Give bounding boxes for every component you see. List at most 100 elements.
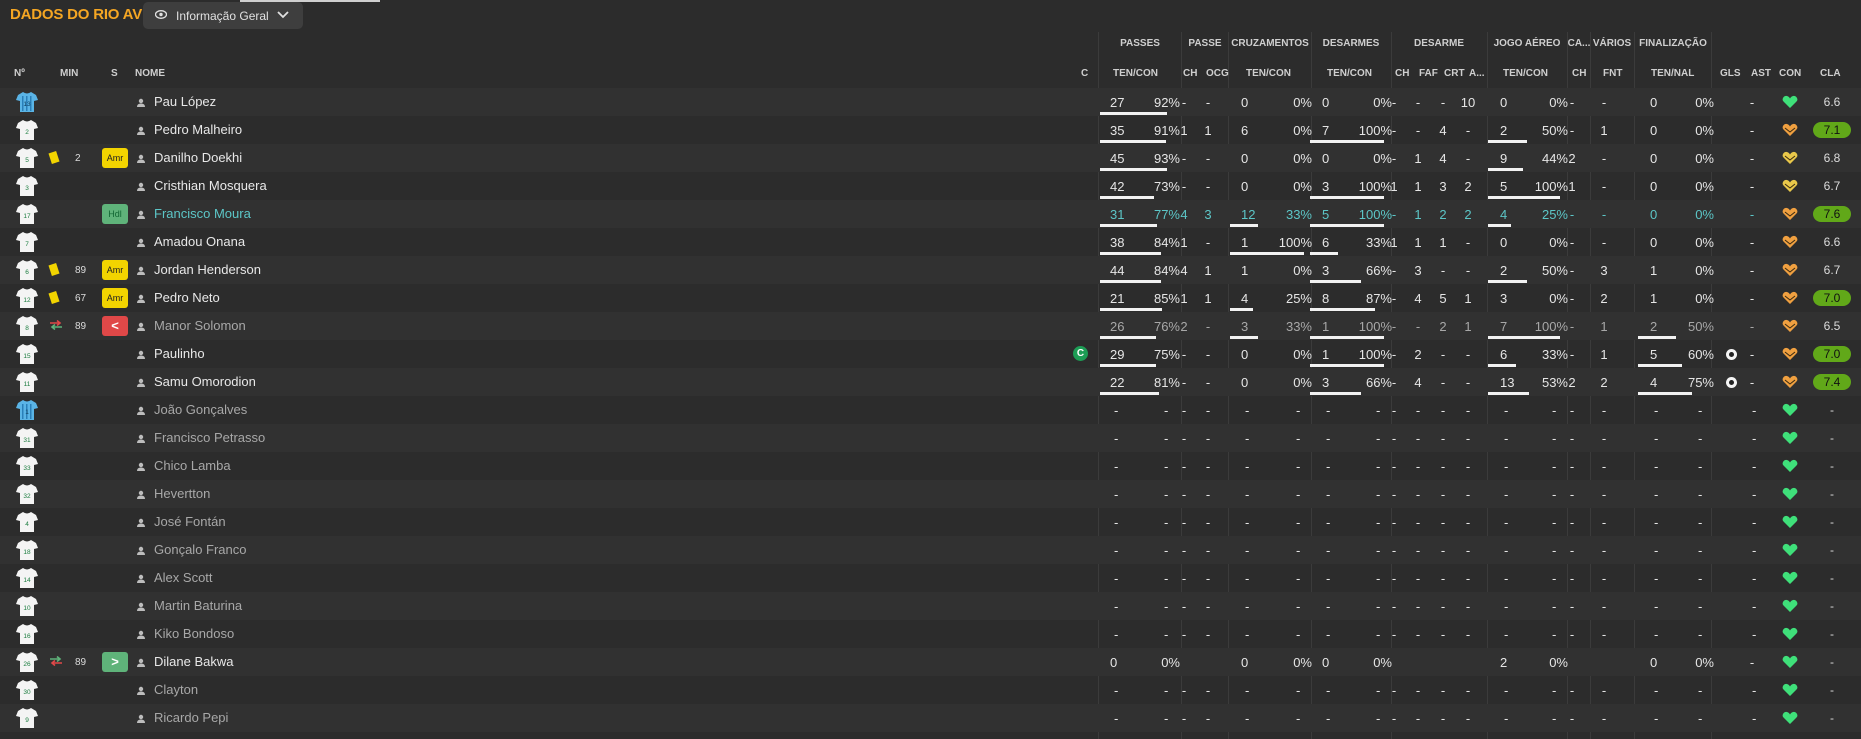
player-profile-icon[interactable]	[137, 686, 145, 695]
player-profile-icon[interactable]	[137, 462, 145, 471]
table-row[interactable]: 11 Samu Omorodion 22 81% 0 0% 3 66% 13 53% 4 75% - - -…	[0, 368, 1861, 396]
col-header-des-a[interactable]: A...	[1469, 68, 1485, 79]
col-header-cruz[interactable]: TEN/CON	[1246, 68, 1291, 79]
player-profile-icon[interactable]	[137, 574, 145, 583]
table-row[interactable]: 31 Francisco Petrasso - - - - - - - - - - - - - - - - - - - -	[0, 424, 1861, 452]
player-profile-icon[interactable]	[137, 546, 145, 555]
table-row[interactable]: 30 Clayton - - - - - - - - - - - - - - - - - - - -	[0, 676, 1861, 704]
col-header-aereo[interactable]: TEN/CON	[1503, 68, 1548, 79]
player-rating: -	[1830, 543, 1834, 557]
table-row[interactable]: 10 Martin Baturina - - - - - - - - - - - - - - - - - - - -	[0, 592, 1861, 620]
player-name[interactable]: José Fontán	[154, 514, 226, 529]
player-profile-icon[interactable]	[137, 322, 145, 331]
col-header-min[interactable]: MIN	[60, 68, 78, 79]
view-dropdown[interactable]: Informação Geral	[143, 2, 303, 29]
col-header-des-faf[interactable]: FAF	[1419, 68, 1438, 79]
player-profile-icon[interactable]	[137, 294, 145, 303]
table-row[interactable]: 5 2 Amr Danilho Doekhi 45 93% 0 0% 0 0% 9 44% 0 0% - - -…	[0, 144, 1861, 172]
player-name[interactable]: Clayton	[154, 682, 198, 697]
player-name[interactable]: Manor Solomon	[154, 318, 246, 333]
table-row[interactable]: 3 Cristhian Mosquera 42 73% 0 0% 3 100% 5 100% 0 0%…	[0, 172, 1861, 200]
col-header-nome[interactable]: NOME	[135, 68, 165, 79]
table-row[interactable]: 6 89 Amr Jordan Henderson 44 84% 1 0% 3 66% 2 50% 1 0…	[0, 256, 1861, 284]
table-row[interactable]: 4 José Fontán - - - - - - - - - - - - - - - - - - - -	[0, 508, 1861, 536]
col-header-c[interactable]: C	[1081, 68, 1088, 79]
col-header-passes[interactable]: TEN/CON	[1113, 68, 1158, 79]
player-name[interactable]: Jordan Henderson	[154, 262, 261, 277]
col-header-desarmes[interactable]: TEN/CON	[1327, 68, 1372, 79]
player-profile-icon[interactable]	[137, 658, 145, 667]
player-name[interactable]: Martin Baturina	[154, 598, 242, 613]
player-name[interactable]: Chico Lamba	[154, 458, 231, 473]
player-name[interactable]: Ricardo Pepi	[154, 710, 228, 725]
table-row[interactable]: 18 Gonçalo Franco - - - - - - - - - - - - - - - - - - - -	[0, 536, 1861, 564]
player-profile-icon[interactable]	[137, 518, 145, 527]
player-profile-icon[interactable]	[137, 602, 145, 611]
stat-fouls: 3	[1414, 263, 1422, 278]
player-profile-icon[interactable]	[137, 490, 145, 499]
player-profile-icon[interactable]	[137, 630, 145, 639]
col-header-final[interactable]: TEN/NAL	[1651, 68, 1694, 79]
player-profile-icon[interactable]	[137, 714, 145, 723]
player-name[interactable]: Kiko Bondoso	[154, 626, 234, 641]
player-name[interactable]: Amadou Onana	[154, 234, 245, 249]
table-row[interactable]: 7 Amadou Onana 38 84% 1 100% 6 33% 0 0% 0 0% 1-1 1 1- -…	[0, 228, 1861, 256]
player-profile-icon[interactable]	[137, 210, 145, 219]
table-row[interactable]: 33 Chico Lamba - - - - - - - - - - - - - - - - - - - -	[0, 452, 1861, 480]
dash: -	[1601, 459, 1607, 474]
chevron-down-icon	[277, 11, 289, 19]
player-name[interactable]: Cristhian Mosquera	[154, 178, 267, 193]
player-name[interactable]: Francisco Moura	[154, 206, 251, 221]
player-profile-icon[interactable]	[137, 266, 145, 275]
player-name[interactable]: Hevertton	[154, 486, 210, 501]
table-row[interactable]: 2 Pedro Malheiro 35 91% 6 0% 7 100% 2 50% 0 0% 1 1- -4…	[0, 116, 1861, 144]
table-row[interactable]: 9 Ricardo Pepi - - - - - - - - - - - - - - - - - - - -	[0, 704, 1861, 732]
player-name[interactable]: Paulinho	[154, 346, 205, 361]
dash: -	[1654, 599, 1659, 614]
player-profile-icon[interactable]	[137, 378, 145, 387]
player-profile-icon[interactable]	[137, 98, 145, 107]
player-name[interactable]: Gonçalo Franco	[154, 542, 247, 557]
player-profile-icon[interactable]	[137, 126, 145, 135]
table-row[interactable]: 8 89 < Manor Solomon 26 76% 3 33% 1 100% 7 100% 2 50%…	[0, 312, 1861, 340]
col-header-fnt[interactable]: FNT	[1603, 68, 1622, 79]
col-header-passe-ocg[interactable]: OCG	[1206, 68, 1229, 79]
player-name[interactable]: Pedro Malheiro	[154, 122, 242, 137]
table-row[interactable]: 14 Alex Scott - - - - - - - - - - - - - - - - - - - -	[0, 564, 1861, 592]
col-header-con[interactable]: CON	[1779, 68, 1801, 79]
player-name[interactable]: Danilho Doekhi	[154, 150, 242, 165]
col-header-des-crt[interactable]: CRT	[1444, 68, 1465, 79]
col-header-ast[interactable]: AST	[1751, 68, 1771, 79]
col-header-des-ch[interactable]: CH	[1395, 68, 1409, 79]
dash: -	[1440, 571, 1446, 586]
stat-tackles-attempts: 3	[1322, 179, 1330, 194]
player-name[interactable]: Alex Scott	[154, 570, 213, 585]
col-header-ca-ch[interactable]: CH	[1572, 68, 1586, 79]
col-header-gls[interactable]: GLS	[1720, 68, 1741, 79]
col-header-s[interactable]: S	[111, 68, 118, 79]
table-row[interactable]: 15 Paulinho C 29 75% 0 0% 1 100% 6 33% 5 60% - - -2- - -1…	[0, 340, 1861, 368]
table-row[interactable]: 32 Hevertton - - - - - - - - - - - - - - - - - - - -	[0, 480, 1861, 508]
col-header-cla[interactable]: CLA	[1820, 68, 1841, 79]
player-name[interactable]: Pau López	[154, 94, 216, 109]
table-row[interactable]: 16 Kiko Bondoso - - - - - - - - - - - - - - - - - - - -	[0, 620, 1861, 648]
player-profile-icon[interactable]	[137, 406, 145, 415]
dash: -	[1296, 711, 1301, 726]
col-header-passe-ch[interactable]: CH	[1183, 68, 1197, 79]
table-row[interactable]: 26 89 > Dilane Bakwa 0 0% 0 0% 0 0% 2 0% 0 0% - -	[0, 648, 1861, 676]
player-name[interactable]: Pedro Neto	[154, 290, 220, 305]
table-row[interactable]: 1 João Gonçalves - - - - - - - - - - - - - - - - - - - -	[0, 396, 1861, 424]
player-name[interactable]: Samu Omorodion	[154, 374, 256, 389]
player-profile-icon[interactable]	[137, 350, 145, 359]
table-row[interactable]: 17 Hdl Francisco Moura 31 77% 12 33% 5 100% 4 25% 0…	[0, 200, 1861, 228]
player-profile-icon[interactable]	[137, 434, 145, 443]
table-row[interactable]: 13 Pau López 27 92% 0 0% 0 0% 0 0% 0 0% - - - - -10- - -6.…	[0, 88, 1861, 116]
player-profile-icon[interactable]	[137, 154, 145, 163]
col-header-num[interactable]: Nº	[14, 68, 25, 79]
player-name[interactable]: Francisco Petrasso	[154, 430, 265, 445]
player-profile-icon[interactable]	[137, 182, 145, 191]
table-row[interactable]: 12 67 Amr Pedro Neto 21 85% 4 25% 8 87% 3 0% 1 0% 1 1-4…	[0, 284, 1861, 312]
player-profile-icon[interactable]	[137, 238, 145, 247]
player-name[interactable]: Dilane Bakwa	[154, 654, 234, 669]
player-name[interactable]: João Gonçalves	[154, 402, 247, 417]
